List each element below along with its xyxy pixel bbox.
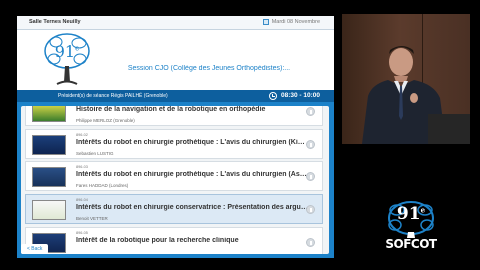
talk-thumbnail — [32, 135, 66, 155]
back-button[interactable]: < Back — [21, 244, 49, 254]
room-name: Salle Ternes Neuilly — [29, 19, 81, 25]
talk-code: 896-05 — [76, 231, 88, 235]
talk-item[interactable]: 896-03 Intérêts du robot en chirurgie pr… — [25, 161, 323, 191]
talk-speaker: Sebastien LUSTIG — [76, 151, 114, 156]
talk-item-selected[interactable]: 896-04 Intérêts du robot en chirurgie co… — [25, 194, 323, 224]
congress-logo: 91e — [43, 32, 91, 88]
talk-item[interactable]: Histoire de la navigation et de la robot… — [25, 106, 323, 126]
session-title: Session CJO (Collège des Jeunes Orthopéd… — [127, 65, 291, 72]
sofcot-wordmark: SOFCOT — [385, 237, 437, 251]
video-frame: Salle Ternes Neuilly Mardi 08 Novembre 9… — [0, 0, 480, 270]
talk-item[interactable]: 896-05 Intérêt de la robotique pour la r… — [25, 227, 323, 254]
session-header: 91e Session CJO (Collège des Jeunes Orth… — [17, 30, 334, 90]
session-president: Président(s) de séance Régis PAILHÉ (Gre… — [58, 93, 168, 99]
clock-icon — [268, 91, 277, 100]
info-icon[interactable] — [306, 205, 315, 214]
lectern — [428, 114, 470, 144]
talk-title: Intérêts du robot en chirurgie prothétiq… — [76, 171, 308, 178]
talk-code: 896-02 — [76, 133, 88, 137]
sofcot-logo: 91e SOFCOT — [383, 200, 439, 260]
sofcot-number: 91e — [396, 204, 426, 224]
talk-speaker: Fares HADDAD (Londres) — [76, 183, 129, 188]
talk-code: 896-03 — [76, 165, 88, 169]
info-icon[interactable] — [306, 238, 315, 247]
talk-code: 896-04 — [76, 198, 88, 202]
date-display: Mardi 08 Novembre — [262, 19, 320, 25]
program-screen: Salle Ternes Neuilly Mardi 08 Novembre 9… — [17, 16, 334, 258]
date-text: Mardi 08 Novembre — [271, 19, 320, 25]
logo-number: 91e — [54, 42, 80, 61]
info-icon[interactable] — [306, 140, 315, 149]
talk-title: Histoire de la navigation et de la robot… — [76, 106, 266, 113]
room-bar: Salle Ternes Neuilly Mardi 08 Novembre — [17, 16, 334, 30]
talk-title: Intérêt de la robotique pour la recherch… — [76, 237, 239, 244]
info-icon[interactable] — [306, 107, 315, 116]
time-text: 08:30 - 10:00 — [280, 92, 320, 99]
info-icon[interactable] — [306, 172, 315, 181]
president-bar: Président(s) de séance Régis PAILHÉ (Gre… — [17, 90, 334, 102]
calendar-icon — [262, 19, 269, 25]
session-time: 08:30 - 10:00 — [268, 91, 320, 100]
talk-speaker: Philippe MERLOZ (Grenoble) — [76, 118, 135, 123]
talk-speaker: Benoit VETTER — [76, 216, 108, 221]
talk-list[interactable]: Histoire de la navigation et de la robot… — [21, 106, 329, 254]
talk-thumbnail — [32, 167, 66, 187]
talk-title: Intérêts du robot en chirurgie conservat… — [76, 204, 308, 211]
talk-thumbnail — [32, 200, 66, 220]
talk-title: Intérêts du robot en chirurgie prothétiq… — [76, 139, 308, 146]
talk-item[interactable]: 896-02 Intérêts du robot en chirurgie pr… — [25, 129, 323, 159]
talk-thumbnail — [32, 106, 66, 122]
speaker-camera-feed — [342, 14, 470, 144]
